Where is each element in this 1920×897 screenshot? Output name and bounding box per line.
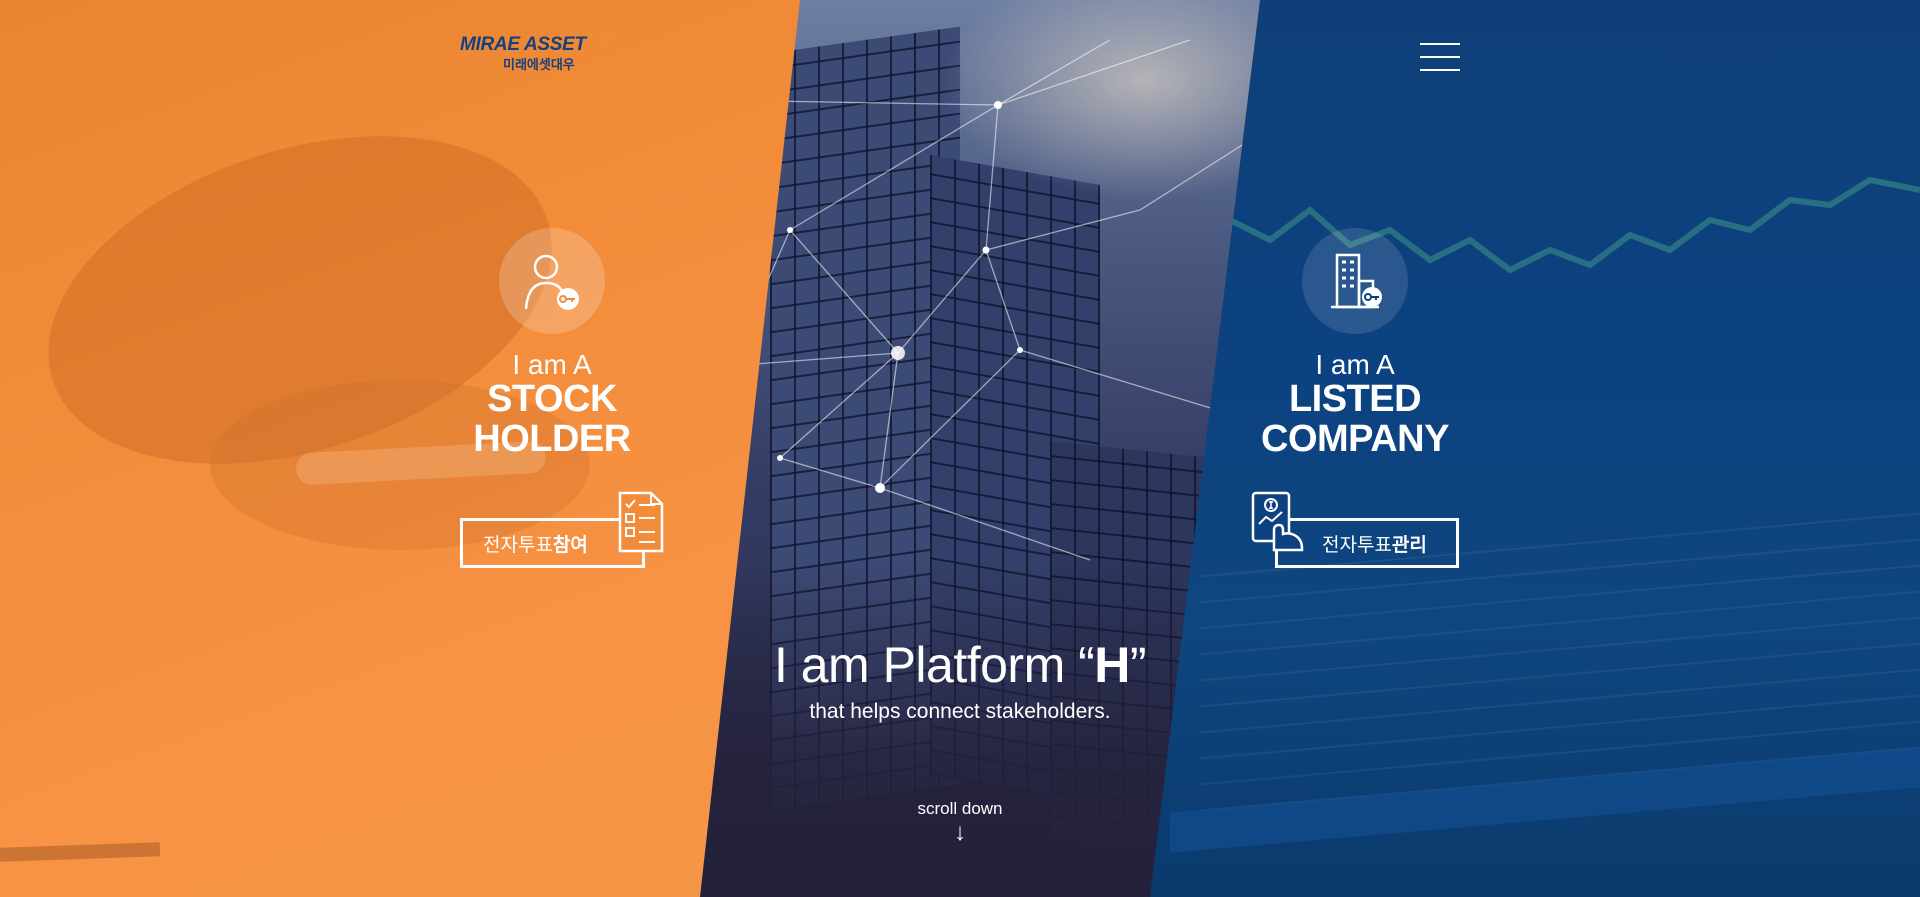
stockholder-title-line2: HOLDER: [473, 418, 631, 461]
evote-participate-label: 전자투표: [483, 533, 553, 556]
checklist-document-icon: [618, 491, 664, 553]
tablet-hand-icon: [1251, 491, 1304, 552]
headline-bold: H: [1094, 637, 1130, 693]
platform-headline: I am Platform “H”: [700, 636, 1220, 694]
evote-manage-label: 전자투표: [1322, 533, 1392, 556]
stockholder-panel[interactable]: [0, 0, 800, 897]
stockholder-card: I am A STOCK HOLDER: [452, 228, 652, 459]
building-key-icon: [1302, 228, 1408, 334]
scroll-down-link[interactable]: scroll down ↓: [900, 799, 1020, 845]
listed-company-card: I am A LISTED COMPANY: [1255, 228, 1455, 459]
headline-prefix: I am Platform “: [773, 637, 1095, 693]
stockholder-intro: I am A: [512, 349, 592, 380]
evote-manage-bold: 관리: [1391, 533, 1427, 556]
listed-company-title-line2: COMPANY: [1261, 418, 1449, 461]
pen-image: [0, 842, 161, 862]
logo-subtext: 미래에셋대우: [503, 58, 575, 73]
hamburger-menu-icon[interactable]: [1420, 43, 1460, 75]
logo-swoosh-icon: [598, 30, 614, 49]
evote-participate-bold: 참여: [552, 533, 588, 556]
listed-company-intro: I am A: [1315, 349, 1395, 380]
user-key-icon: [499, 228, 605, 334]
down-arrow-icon: ↓: [954, 819, 966, 846]
headline-suffix: ”: [1129, 637, 1147, 693]
platform-subline: that helps connect stakeholders.: [809, 700, 1111, 723]
scroll-down-label: scroll down: [917, 799, 1003, 818]
listed-company-title-line1: LISTED: [1288, 378, 1422, 421]
stockholder-title-line1: STOCK: [487, 378, 617, 421]
mirae-asset-logo[interactable]: MIRAE ASSET 미래에셋대우: [460, 30, 614, 86]
logo-text: MIRAE ASSET: [460, 34, 586, 55]
